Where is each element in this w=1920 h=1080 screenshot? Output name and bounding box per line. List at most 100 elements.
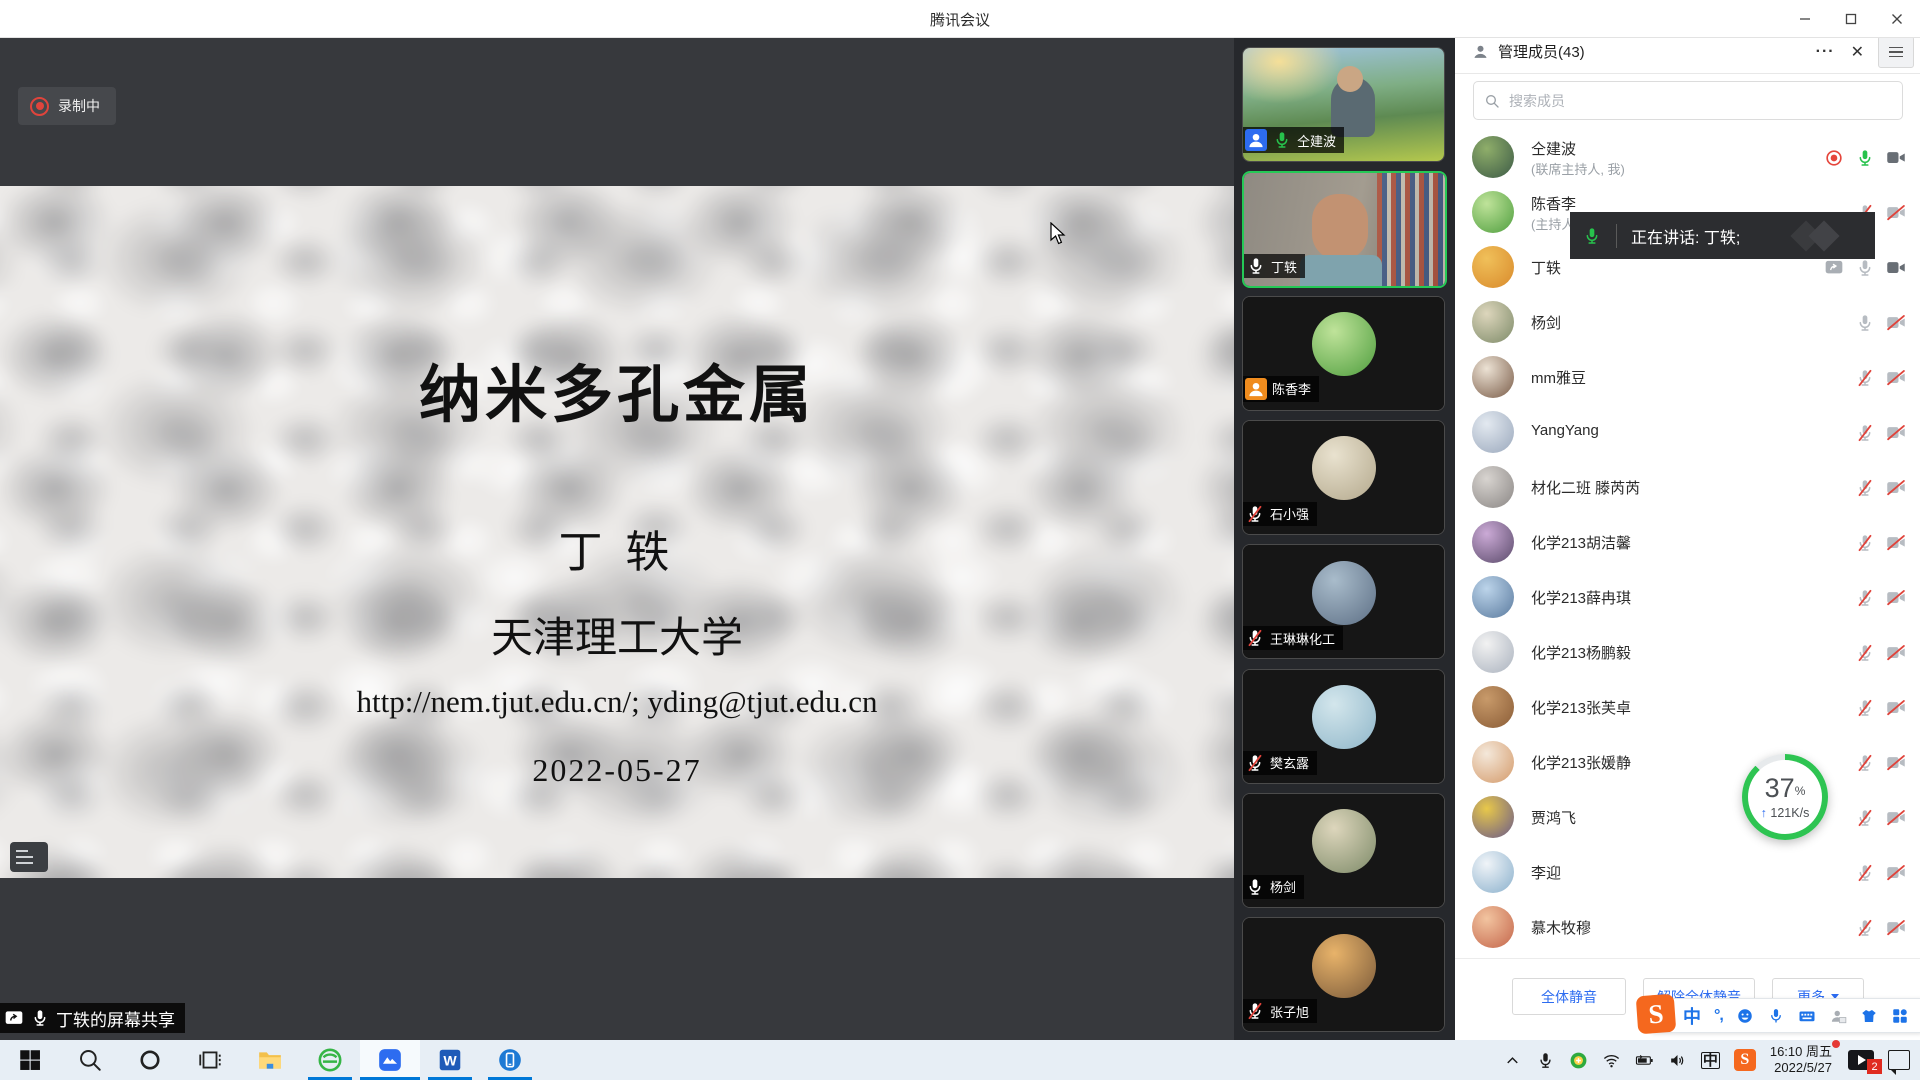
member-row[interactable]: mm雅豆 — [1455, 350, 1920, 405]
ime-punctuation-toggle[interactable]: °, — [1714, 1007, 1723, 1025]
video-thumbnail-6[interactable]: 杨剑 — [1242, 793, 1445, 908]
member-row[interactable]: 化学213胡洁馨 — [1455, 515, 1920, 570]
panel-close-icon[interactable]: ✕ — [1851, 42, 1864, 62]
member-row[interactable]: 化学213薛冉琪 — [1455, 570, 1920, 625]
avatar — [1472, 191, 1514, 233]
thumbnail-name-tag: 王琳琳化工 — [1243, 626, 1343, 650]
member-name: mm雅豆 — [1531, 367, 1586, 388]
video-thumbnail-7[interactable]: 张子旭 — [1242, 917, 1445, 1032]
role-badge-icon — [1245, 378, 1267, 400]
mic-icon — [1855, 258, 1875, 278]
screen-share-status: 丁轶的屏幕共享 — [0, 1003, 185, 1033]
video-thumbnail-3[interactable]: 石小强 — [1242, 420, 1445, 535]
member-row[interactable]: 慕木牧穆 — [1455, 900, 1920, 955]
member-row[interactable]: 贾鸿飞 — [1455, 790, 1920, 845]
tencent-meeting-taskbar-button[interactable] — [360, 1040, 420, 1080]
member-row[interactable]: 化学213张芙卓 — [1455, 680, 1920, 735]
mute-all-button[interactable]: 全体静音 — [1512, 978, 1626, 1015]
panel-more-icon[interactable]: ··· — [1816, 43, 1835, 61]
close-button[interactable] — [1874, 0, 1920, 37]
speaking-toast-text: 正在讲话: 丁轶; — [1631, 224, 1740, 248]
minimize-button[interactable] — [1782, 0, 1828, 37]
mic-icon — [1855, 313, 1875, 333]
taskbar-clock[interactable]: 16:10 周五 2022/5/27 — [1770, 1044, 1834, 1076]
thumbnail-name-tag: 杨剑 — [1243, 875, 1304, 899]
video-thumbnail-5[interactable]: 樊玄露 — [1242, 669, 1445, 784]
media-player-tray-icon[interactable]: 2 — [1848, 1050, 1874, 1070]
member-name: 李迎 — [1531, 862, 1561, 883]
record-dot-icon — [30, 97, 49, 116]
mic-icon — [1245, 877, 1265, 897]
cpu-percent: 37 — [1765, 773, 1795, 803]
system-tray: 中 S 16:10 周五 2022/5/27 2 — [1503, 1040, 1920, 1080]
action-center-icon[interactable] — [1888, 1050, 1910, 1070]
user-level-icon[interactable] — [1829, 1007, 1847, 1025]
panel-menu-icon[interactable] — [1878, 36, 1914, 68]
task-view-button[interactable] — [180, 1040, 240, 1080]
battery-icon[interactable] — [1635, 1051, 1654, 1070]
participant-name: 仝建波 — [1297, 131, 1336, 150]
video-thumbnail-2[interactable]: 陈香李 — [1242, 296, 1445, 411]
ime-toolbar: S 中 °, — [1652, 998, 1920, 1033]
mic-muted-icon — [1245, 504, 1265, 524]
clock-time: 16:10 周五 — [1770, 1044, 1832, 1060]
volume-icon[interactable] — [1668, 1051, 1687, 1070]
participant-name: 王琳琳化工 — [1270, 629, 1335, 648]
window-title: 腾讯会议 — [0, 9, 1920, 30]
member-row[interactable]: 杨剑 — [1455, 295, 1920, 350]
member-row[interactable]: YangYang — [1455, 405, 1920, 460]
member-name: 材化二班 滕芮芮 — [1531, 477, 1640, 498]
video-thumbnail-1[interactable]: 丁轶 — [1242, 171, 1447, 288]
avatar — [1472, 796, 1514, 838]
wifi-icon[interactable] — [1602, 1051, 1621, 1070]
voice-input-icon[interactable] — [1767, 1007, 1785, 1025]
member-search-input[interactable] — [1507, 92, 1902, 110]
video-thumbnail-0[interactable]: 仝建波 — [1242, 47, 1445, 162]
member-row[interactable]: 仝建波 (联席主持人, 我) — [1455, 130, 1920, 185]
member-name: 贾鸿飞 — [1531, 807, 1576, 828]
ime-mode-toggle[interactable]: 中 — [1683, 1003, 1701, 1029]
maximize-button[interactable] — [1828, 0, 1874, 37]
member-row[interactable]: 化学213杨鹏毅 — [1455, 625, 1920, 680]
avatar — [1472, 521, 1514, 563]
member-row[interactable]: 材化二班 滕芮芮 — [1455, 460, 1920, 515]
member-name: 陈香李 — [1531, 193, 1576, 214]
sogou-tray-icon[interactable]: S — [1734, 1049, 1756, 1071]
thumbnail-name-tag: 樊玄露 — [1243, 751, 1317, 775]
internet-explorer-button[interactable] — [300, 1040, 360, 1080]
emoji-icon[interactable] — [1736, 1007, 1754, 1025]
word-taskbar-button[interactable]: W — [420, 1040, 480, 1080]
cortana-button[interactable] — [120, 1040, 180, 1080]
member-name: 仝建波 — [1531, 138, 1576, 159]
360-safety-icon[interactable] — [1569, 1051, 1588, 1070]
mic-icon — [1246, 256, 1266, 276]
file-explorer-button[interactable] — [240, 1040, 300, 1080]
ime-indicator[interactable]: 中 — [1701, 1052, 1720, 1069]
mic-muted-icon — [1855, 588, 1875, 608]
start-button[interactable] — [0, 1040, 60, 1080]
camera-off-icon — [1886, 863, 1906, 883]
keyboard-icon[interactable] — [1798, 1007, 1816, 1025]
camera-icon — [1886, 258, 1906, 278]
skin-icon[interactable] — [1860, 1007, 1878, 1025]
member-name: 化学213张媛静 — [1531, 752, 1631, 773]
tray-expand-icon[interactable] — [1503, 1051, 1522, 1070]
tray-mic-icon[interactable] — [1536, 1051, 1555, 1070]
camera-off-icon — [1886, 588, 1906, 608]
mouse-cursor — [1050, 222, 1066, 246]
member-row[interactable]: 李迎 — [1455, 845, 1920, 900]
avatar — [1472, 741, 1514, 783]
sogou-logo-icon[interactable]: S — [1636, 994, 1677, 1035]
member-row[interactable]: 化学213张媛静 — [1455, 735, 1920, 790]
your-phone-taskbar-button[interactable] — [480, 1040, 540, 1080]
annotation-toolbar-toggle-icon[interactable] — [10, 842, 48, 872]
toolbox-grid-icon[interactable] — [1891, 1007, 1909, 1025]
thumbnail-name-tag: 陈香李 — [1243, 376, 1319, 402]
mic-muted-icon — [1855, 423, 1875, 443]
members-icon — [1471, 42, 1490, 61]
video-thumbnail-4[interactable]: 王琳琳化工 — [1242, 544, 1445, 659]
mic-muted-icon — [1855, 753, 1875, 773]
taskbar-search-button[interactable] — [60, 1040, 120, 1080]
member-name: 慕木牧穆 — [1531, 917, 1591, 938]
avatar — [1472, 576, 1514, 618]
